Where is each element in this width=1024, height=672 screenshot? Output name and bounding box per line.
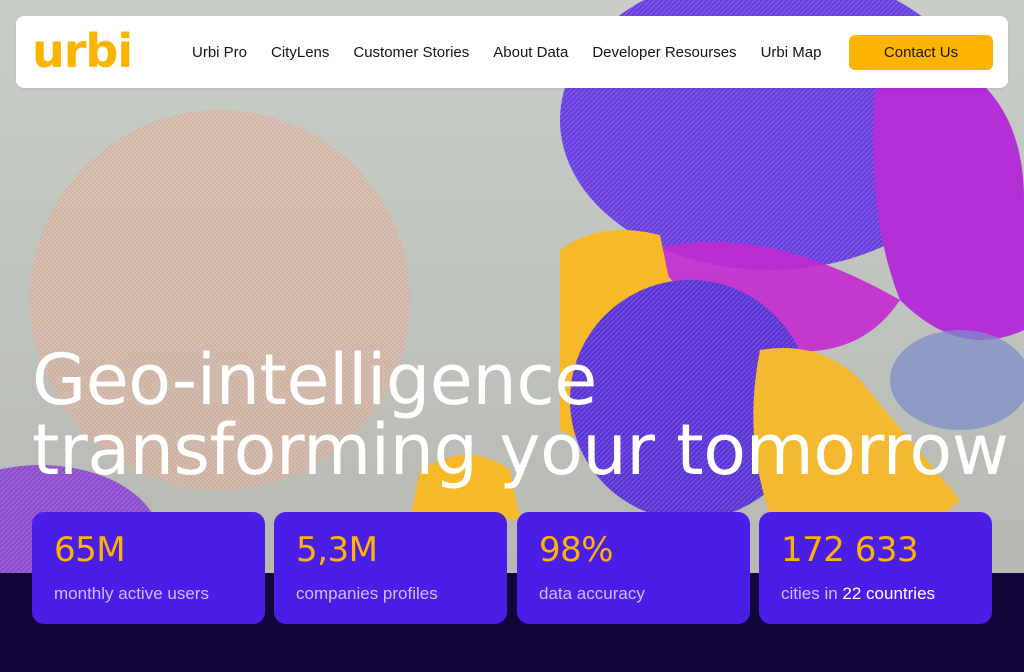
nav-link-urbi-map[interactable]: Urbi Map [761,44,822,61]
nav-link-about-data[interactable]: About Data [493,44,568,61]
stats-row: 65M monthly active users 5,3M companies … [32,512,992,624]
stat-card-users: 65M monthly active users [32,512,265,624]
nav-link-citylens[interactable]: CityLens [271,44,329,61]
urbi-logo[interactable]: urbi [32,26,133,76]
nav-link-urbi-pro[interactable]: Urbi Pro [192,44,247,61]
hero-headline-line-2: transforming your tomorrow [32,409,1009,491]
stat-value: 65M [54,530,126,570]
hero-headline-line-1: Geo-intelligence [32,339,597,421]
contact-us-button[interactable]: Contact Us [849,35,993,70]
stat-value: 98% [539,530,614,570]
nav-link-developer-resources[interactable]: Developer Resourses [592,44,736,61]
stat-label-prefix: cities in [781,584,843,603]
stat-card-companies: 5,3M companies profiles [274,512,507,624]
stat-card-cities: 172 633 cities in 22 countries [759,512,992,624]
stat-label: cities in 22 countries [781,584,935,604]
main-nav: Urbi Pro CityLens Customer Stories About… [192,16,845,88]
hero-headline: Geo-intelligence transforming your tomor… [32,339,1009,491]
stat-card-accuracy: 98% data accuracy [517,512,750,624]
stat-value: 172 633 [781,530,919,570]
stat-label: companies profiles [296,584,438,603]
stat-value: 5,3M [296,530,378,570]
top-navbar: urbi Urbi Pro CityLens Customer Stories … [16,16,1008,88]
stat-label: data accuracy [539,584,645,603]
stat-label: monthly active users [54,584,209,603]
nav-link-customer-stories[interactable]: Customer Stories [353,44,469,61]
stat-label-highlight: 22 countries [842,584,936,603]
